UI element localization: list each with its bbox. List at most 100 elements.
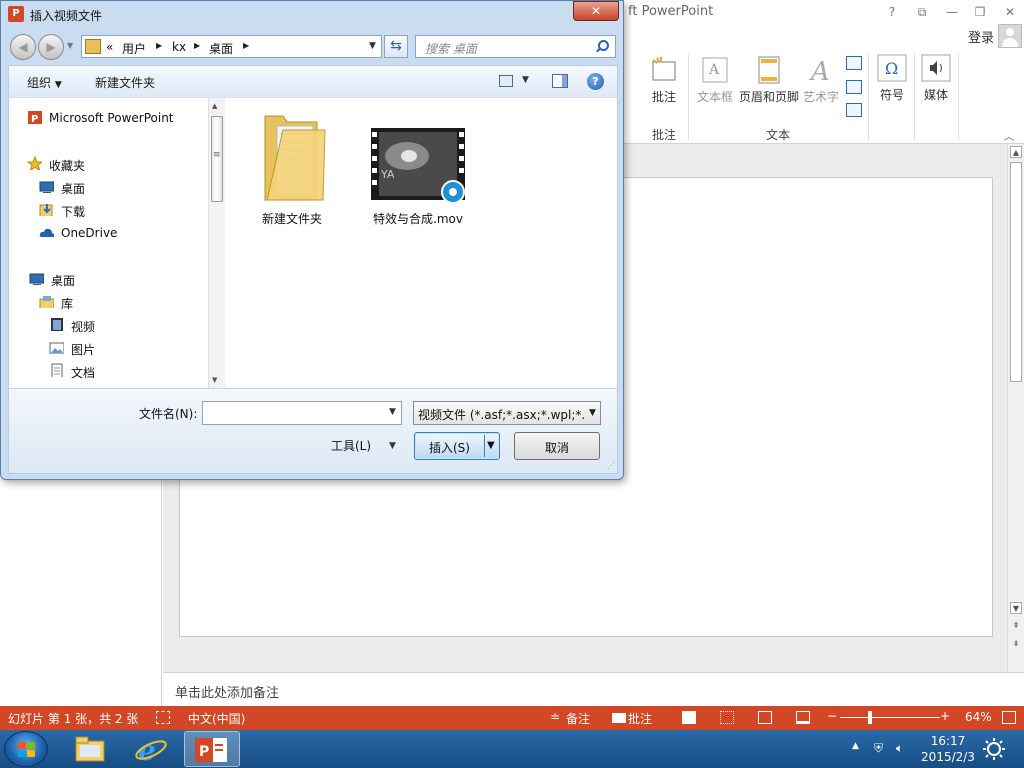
language-status[interactable]: 中文(中国) <box>188 710 245 727</box>
notes-toggle[interactable]: 备注 <box>566 710 590 727</box>
scroll-up-arrow[interactable]: ▲ <box>1010 146 1022 158</box>
back-button[interactable]: ◀ <box>10 34 36 60</box>
file-item-folder[interactable]: 新建文件夹 <box>237 104 347 226</box>
search-icon[interactable] <box>598 40 609 51</box>
scroll-up-arrow[interactable]: ▲ <box>212 102 217 110</box>
ribbon-display-icon[interactable]: ⧉ <box>908 2 936 22</box>
insert-button[interactable]: 插入(S) ▼ <box>414 432 500 460</box>
wordart-button[interactable]: A 艺术字 <box>802 56 840 105</box>
scroll-thumb[interactable] <box>1010 162 1022 382</box>
chevron-down-icon[interactable]: ▼ <box>369 41 376 51</box>
file-list[interactable]: 新建文件夹 YA 特效与合成.mov <box>225 97 618 388</box>
breadcrumb-kx[interactable]: kx <box>172 40 186 54</box>
close-button[interactable]: ✕ <box>996 2 1024 22</box>
cloud-icon <box>39 228 54 237</box>
slideshow-icon[interactable] <box>796 711 810 724</box>
filename-input[interactable] <box>202 401 402 425</box>
ribbon-divider <box>868 54 869 140</box>
forward-button[interactable]: ▶ <box>38 34 64 60</box>
next-slide-arrow[interactable]: ⇟ <box>1010 638 1022 650</box>
comment-status-icon[interactable] <box>612 713 626 723</box>
header-footer-button[interactable]: 页眉和页脚 <box>738 56 800 105</box>
resize-grip-icon[interactable]: ⋰ <box>607 461 617 471</box>
login-link[interactable]: 登录 <box>968 27 994 46</box>
comments-toggle[interactable]: 批注 <box>628 710 652 727</box>
help-icon[interactable]: ? <box>878 2 906 22</box>
show-hidden-icons[interactable]: ▲ <box>852 741 859 751</box>
notes-pane[interactable]: 单击此处添加备注 <box>163 672 1024 706</box>
breadcrumb-users[interactable]: 用户 <box>122 40 146 57</box>
recent-locations-dropdown[interactable]: ▼ <box>67 41 73 50</box>
navigation-pane[interactable]: P Microsoft PowerPoint 收藏夹 桌面 下载 OneDriv… <box>8 97 208 388</box>
breadcrumb-overflow[interactable]: « <box>106 40 113 54</box>
object-icon[interactable] <box>846 103 862 117</box>
view-options-icon[interactable] <box>499 75 513 87</box>
slide-sorter-icon[interactable] <box>720 711 734 724</box>
tools-menu[interactable]: 工具(L) <box>331 437 371 454</box>
help-icon[interactable]: ? <box>587 73 604 90</box>
powerpoint-taskbar-button[interactable]: P <box>184 731 240 767</box>
notes-toggle-icon[interactable]: ≐ <box>550 710 560 724</box>
nav-item-label: 文档 <box>71 366 96 380</box>
folder-icon <box>85 39 101 54</box>
video-file-icon: YA <box>371 128 465 204</box>
zoom-level[interactable]: 64% <box>965 710 992 724</box>
search-input[interactable]: 搜索 桌面 <box>415 35 616 58</box>
chevron-right-icon[interactable]: ▶ <box>243 41 249 50</box>
previous-slide-arrow[interactable]: ⇞ <box>1010 620 1022 632</box>
reading-view-icon[interactable] <box>758 711 772 724</box>
explorer-taskbar-button[interactable] <box>62 731 118 767</box>
symbol-button[interactable]: Ω 符号 <box>874 54 910 103</box>
new-folder-button[interactable]: 新建文件夹 <box>95 74 155 91</box>
spellcheck-icon[interactable] <box>156 711 170 724</box>
slide-number-icon[interactable] <box>846 80 862 94</box>
organize-menu[interactable]: 组织 ▼ <box>27 74 62 91</box>
scroll-thumb[interactable] <box>211 116 223 202</box>
preview-pane-icon[interactable] <box>552 74 568 88</box>
vertical-scrollbar[interactable]: ▲ ▼ ⇞ ⇟ <box>1007 144 1024 672</box>
start-button[interactable] <box>4 731 48 767</box>
dialog-titlebar[interactable]: P 插入视频文件 ✕ <box>1 1 623 29</box>
minimize-button[interactable]: — <box>938 2 966 22</box>
textbox-button[interactable]: A 文本框 <box>696 56 734 105</box>
nav-item-label: OneDrive <box>61 226 118 240</box>
clock[interactable]: 16:17 2015/2/3 <box>918 733 978 765</box>
fit-slide-icon[interactable] <box>1002 711 1016 724</box>
chevron-down-icon[interactable]: ▼ <box>487 440 495 451</box>
security-shield-icon[interactable]: ⛨ <box>874 741 883 756</box>
navigation-scrollbar[interactable]: ▲ ▼ <box>208 97 225 388</box>
filetype-select[interactable]: 视频文件 (*.asf;*.asx;*.wpl;*.wm ▼ <box>413 401 601 425</box>
search-placeholder: 搜索 桌面 <box>425 42 477 56</box>
chevron-down-icon[interactable]: ▼ <box>389 407 396 417</box>
download-icon <box>39 204 53 216</box>
scroll-down-arrow[interactable]: ▼ <box>212 376 217 384</box>
zoom-slider-handle[interactable] <box>868 711 872 724</box>
address-bar[interactable]: « 用户 ▶ kx ▶ 桌面 ▶ ▼ <box>81 35 382 58</box>
file-item-video[interactable]: YA 特效与合成.mov <box>363 104 473 226</box>
zoom-out-icon[interactable]: − <box>827 709 837 723</box>
chevron-down-icon[interactable]: ▼ <box>389 441 396 451</box>
close-button[interactable]: ✕ <box>573 1 619 21</box>
annotate-button[interactable]: 批注 <box>646 54 682 105</box>
chevron-right-icon[interactable]: ▶ <box>194 41 200 50</box>
normal-view-icon[interactable] <box>682 711 696 724</box>
comment-icon <box>652 57 676 81</box>
avatar[interactable] <box>998 24 1022 48</box>
chevron-right-icon[interactable]: ▶ <box>156 41 162 50</box>
desktop-icon <box>29 273 44 285</box>
zoom-in-icon[interactable]: + <box>940 709 950 723</box>
datetime-icon[interactable] <box>846 56 862 70</box>
scroll-down-arrow[interactable]: ▼ <box>1010 602 1022 614</box>
zoom-slider[interactable] <box>840 717 940 718</box>
media-button[interactable]: 媒体 <box>918 54 954 103</box>
volume-icon[interactable]: 🔈︎ <box>896 741 903 756</box>
show-desktop-button[interactable] <box>980 730 1024 768</box>
restore-button[interactable]: ❐ <box>966 2 994 22</box>
chevron-down-icon[interactable]: ▼ <box>522 75 529 85</box>
breadcrumb-desktop[interactable]: 桌面 <box>209 40 233 57</box>
refresh-button[interactable]: ⇆ <box>384 35 408 58</box>
collapse-ribbon-icon[interactable]: ︿ <box>1004 128 1014 143</box>
ie-taskbar-button[interactable]: e <box>122 731 178 767</box>
cancel-button[interactable]: 取消 <box>514 432 600 460</box>
svg-text:A: A <box>708 62 720 78</box>
